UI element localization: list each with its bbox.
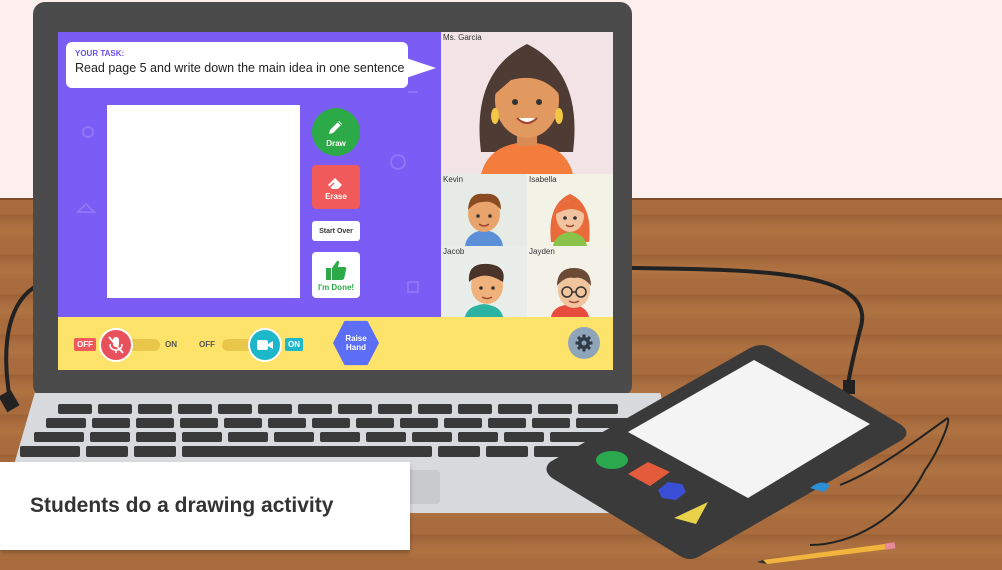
camera-toggle[interactable] xyxy=(248,328,282,362)
drawing-tablet xyxy=(546,345,907,559)
raise-hand-label-line1: Raise xyxy=(345,333,367,343)
teacher-name: Ms. Garcia xyxy=(443,33,482,42)
drawing-canvas[interactable] xyxy=(107,105,300,298)
draw-button-label: Draw xyxy=(326,138,346,148)
student-name: Jayden xyxy=(529,247,555,256)
task-card-tail xyxy=(406,58,436,78)
student-name: Kevin xyxy=(443,175,464,184)
task-card: YOUR TASK: Read page 5 and write down th… xyxy=(66,42,408,88)
student-tile-isabella: Isabella xyxy=(527,174,613,246)
student-tile-jacob: Jacob xyxy=(441,246,527,317)
teacher-avatar xyxy=(479,44,575,174)
mic-off-label: OFF xyxy=(74,338,96,351)
thumbs-up-icon xyxy=(326,260,347,280)
student-name: Isabella xyxy=(529,175,557,184)
erase-button-label: Erase xyxy=(325,191,347,201)
muted-mic-icon xyxy=(108,336,124,354)
camera-off-label: OFF xyxy=(199,340,215,349)
camera-on-label: ON xyxy=(285,338,303,351)
student-tile-kevin: Kevin xyxy=(441,174,527,246)
start-over-button[interactable]: Start Over xyxy=(312,221,360,241)
mic-toggle[interactable] xyxy=(99,328,133,362)
pencil-illustration xyxy=(757,542,896,564)
student-name: Jacob xyxy=(443,247,465,256)
isabella-avatar xyxy=(550,194,590,246)
erase-button[interactable]: Erase xyxy=(312,165,360,209)
jayden-avatar xyxy=(551,268,591,317)
caption-text: Students do a drawing activity xyxy=(30,494,334,517)
done-button[interactable]: I'm Done! xyxy=(312,252,360,298)
task-text: Read page 5 and write down the main idea… xyxy=(75,61,405,75)
jacob-avatar xyxy=(465,263,504,317)
pencil-icon xyxy=(329,120,342,134)
kevin-avatar xyxy=(465,193,503,246)
student-tile-jayden: Jayden xyxy=(527,246,613,317)
video-camera-icon xyxy=(257,340,273,350)
start-over-label: Start Over xyxy=(319,227,353,235)
teacher-video-tile: Ms. Garcia xyxy=(441,32,613,174)
mic-on-label: ON xyxy=(165,340,177,349)
done-button-label: I'm Done! xyxy=(317,282,355,292)
task-label: YOUR TASK: xyxy=(75,49,125,58)
raise-hand-label-line2: Hand xyxy=(346,343,366,352)
scene-caption: Students do a drawing activity xyxy=(0,462,410,550)
draw-button[interactable]: Draw xyxy=(312,108,360,156)
eraser-icon xyxy=(328,177,342,189)
